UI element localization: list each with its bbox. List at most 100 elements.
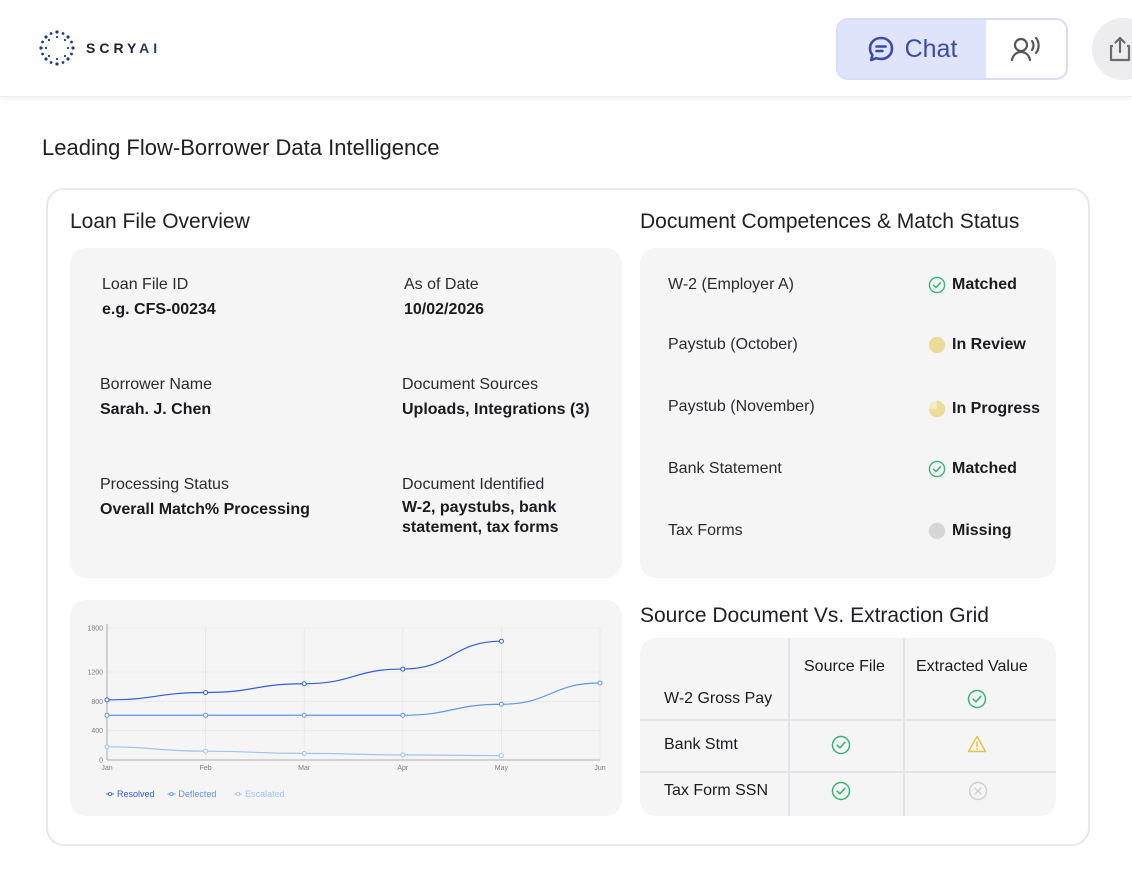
grid-divider xyxy=(788,638,790,816)
chart-point-escalated xyxy=(301,750,307,756)
mode-toggle: Chat xyxy=(836,18,1068,80)
chart-x-tick-label: Mar xyxy=(298,765,311,772)
grid-row-label-bank-stmt: Bank Stmt xyxy=(664,736,738,753)
yellow-dot-icon xyxy=(928,336,946,354)
chart-point-deflected xyxy=(301,712,307,718)
as-of-date-value: 10/02/2026 xyxy=(404,301,485,318)
borrower-name-label: Borrower Name xyxy=(100,376,213,393)
doc-status-title: Document Competences & Match Status xyxy=(640,210,1020,233)
processing-status-value: Overall Match% Processing xyxy=(100,501,310,518)
chart-series-line-deflected xyxy=(107,682,601,716)
check-circle-icon xyxy=(928,276,946,294)
doc-row-status-paystub-nov: In Progress xyxy=(928,400,1040,418)
doc-row-status-text: In Progress xyxy=(952,400,1041,417)
chart-legend-marker xyxy=(108,791,113,796)
chart-point-deflected xyxy=(203,712,209,718)
document-identified-value-line1: W-2, paystubs, bank xyxy=(402,499,557,516)
chat-bubble-icon xyxy=(868,36,893,62)
share-button[interactable] xyxy=(1092,18,1132,80)
chart-point-resolved xyxy=(203,690,209,696)
voice-user-icon xyxy=(1010,36,1040,62)
check-circle-icon xyxy=(928,460,946,478)
chart-x-tick-label: May xyxy=(495,765,509,772)
chart-x-tick-label: Feb xyxy=(200,765,212,772)
check-circle-icon xyxy=(831,781,851,801)
doc-row-status-text: Missing xyxy=(952,522,1012,539)
logo-mark-icon xyxy=(39,30,75,66)
gray-dot-icon xyxy=(928,522,946,540)
half-pie-icon xyxy=(928,400,946,418)
chart-legend-marker xyxy=(236,791,241,796)
share-upload-icon xyxy=(1109,36,1131,62)
loan-file-id-label: Loan File ID xyxy=(102,276,189,293)
document-identified-value-line2: statement, tax forms xyxy=(402,519,559,536)
chart-point-escalated xyxy=(400,752,406,758)
grid-header-extracted-value: Extracted Value xyxy=(916,658,1028,675)
doc-row-status-text: In Review xyxy=(952,336,1026,353)
loan-overview-panel: Loan File ID e.g. CFS-00234 As of Date 1… xyxy=(70,248,622,578)
chart-legend-label: Resolved xyxy=(117,789,155,799)
logo-text-ai: AI xyxy=(139,40,162,56)
doc-row-label-bank-statement: Bank Statement xyxy=(668,460,782,477)
chart-point-escalated xyxy=(203,748,209,754)
chart-legend-label: Deflected xyxy=(178,789,216,799)
chat-button-label: Chat xyxy=(904,34,958,63)
doc-row-label-tax-forms: Tax Forms xyxy=(668,522,743,539)
doc-row-label-paystub-nov: Paystub (November) xyxy=(668,398,815,415)
grid-row-label-w2-gross-pay: W-2 Gross Pay xyxy=(664,690,773,707)
chart-y-tick-label: 800 xyxy=(91,699,103,706)
grid-row-label-tax-form-ssn: Tax Form SSN xyxy=(664,782,769,799)
grid-header-source-file: Source File xyxy=(804,658,885,675)
doc-row-status-w2: Matched xyxy=(928,276,1017,294)
trend-line-chart: 0 400 800 1200 1800 Jan Feb Mar Apr May Jun Resolve… xyxy=(87,624,606,799)
chart-legend-marker xyxy=(169,791,174,796)
loan-file-id-value: e.g. CFS-00234 xyxy=(102,301,216,318)
x-circle-icon xyxy=(968,781,988,801)
page-title: Leading Flow-Borrower Data Intelligence xyxy=(42,135,440,160)
document-sources-value: Uploads, Integrations (3) xyxy=(402,401,590,418)
document-identified-label: Document Identified xyxy=(402,476,545,493)
loan-overview-title: Loan File Overview xyxy=(70,210,250,233)
top-bar: SCRYAI Chat xyxy=(0,0,1132,97)
grid-divider xyxy=(903,638,905,816)
grid-divider xyxy=(640,719,1056,721)
chart-x-tick-label: Apr xyxy=(397,765,409,772)
logo-text: SCRYAI xyxy=(86,40,161,56)
chart-point-escalated xyxy=(498,753,504,759)
doc-row-status-text: Matched xyxy=(952,276,1017,293)
chart-point-deflected xyxy=(498,701,504,707)
doc-row-status-text: Matched xyxy=(952,460,1017,477)
check-circle-icon xyxy=(831,735,851,755)
as-of-date-label: As of Date xyxy=(404,276,479,293)
doc-row-status-tax-forms: Missing xyxy=(928,522,1012,540)
doc-row-label-w2: W-2 (Employer A) xyxy=(668,276,794,293)
voice-button[interactable] xyxy=(986,20,1066,78)
chart-x-tick-label: Jun xyxy=(594,765,605,772)
extraction-grid-title: Source Document Vs. Extraction Grid xyxy=(640,604,989,627)
chat-button[interactable]: Chat xyxy=(838,20,986,78)
scryai-logo[interactable]: SCRYAI xyxy=(38,29,161,67)
chart-point-escalated xyxy=(104,744,110,750)
chart-y-tick-label: 0 xyxy=(99,758,103,765)
chart-point-resolved xyxy=(301,681,307,687)
doc-row-status-paystub-oct: In Review xyxy=(928,336,1026,354)
chart-x-tick-label: Jan xyxy=(101,765,112,772)
chart-point-deflected xyxy=(400,712,406,718)
extraction-grid-table: Source File Extracted Value W-2 Gross Pa… xyxy=(640,638,1056,816)
trend-chart-panel: 0 400 800 1200 1800 Jan Feb Mar Apr May Jun Resolve… xyxy=(70,600,622,816)
grid-divider xyxy=(640,771,1056,773)
chart-point-resolved xyxy=(400,666,406,672)
warning-icon xyxy=(967,735,987,753)
chart-y-tick-label: 400 xyxy=(91,728,103,735)
chart-point-resolved xyxy=(498,638,504,644)
chart-y-tick-label: 1200 xyxy=(87,670,103,677)
chart-point-resolved xyxy=(104,697,110,703)
chart-legend-label: Escalated xyxy=(245,789,285,799)
chart-point-deflected xyxy=(104,712,110,718)
borrower-name-value: Sarah. J. Chen xyxy=(100,401,212,418)
doc-row-status-bank-statement: Matched xyxy=(928,460,1017,478)
doc-status-panel: W-2 (Employer A) Matched Paystub (Octobe… xyxy=(640,248,1056,578)
doc-row-label-paystub-oct: Paystub (October) xyxy=(668,336,798,353)
check-circle-icon xyxy=(967,689,987,709)
chart-point-deflected xyxy=(597,680,603,686)
